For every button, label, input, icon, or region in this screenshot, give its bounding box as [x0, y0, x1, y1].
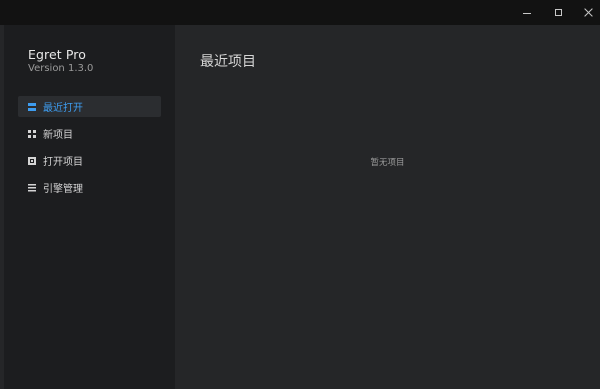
- empty-state-text: 暂无项目: [370, 158, 405, 168]
- sidebar-item-new-project[interactable]: 新项目: [18, 123, 161, 144]
- close-button[interactable]: [573, 0, 600, 25]
- sidebar: Egret Pro Version 1.3.0 最近打开 新项目 打开项目 引擎…: [4, 25, 175, 389]
- app-name: Egret Pro: [28, 47, 86, 62]
- main-panel: 最近项目 暂无项目: [175, 25, 600, 389]
- maximize-button[interactable]: [543, 0, 573, 25]
- minimize-button[interactable]: [512, 0, 542, 25]
- page-title: 最近项目: [200, 54, 256, 70]
- close-icon: [584, 8, 593, 17]
- app-window: Egret Pro Version 1.3.0 最近打开 新项目 打开项目 引擎…: [0, 0, 600, 389]
- recent-icon: [28, 102, 36, 111]
- maximize-icon: [554, 9, 562, 16]
- open-project-icon: [28, 156, 36, 165]
- sidebar-item-label: 打开项目: [43, 157, 83, 168]
- list-icon: [28, 183, 36, 192]
- sidebar-item-label: 新项目: [43, 130, 73, 141]
- sidebar-nav: 最近打开 新项目 打开项目 引擎管理: [18, 96, 161, 204]
- sidebar-item-engine-management[interactable]: 引擎管理: [18, 177, 161, 198]
- title-bar[interactable]: [0, 0, 600, 25]
- app-version: Version 1.3.0: [28, 63, 94, 74]
- grid-icon: [28, 129, 36, 138]
- sidebar-item-open-project[interactable]: 打开项目: [18, 150, 161, 171]
- sidebar-item-label: 最近打开: [43, 103, 83, 114]
- sidebar-item-label: 引擎管理: [43, 184, 83, 195]
- minimize-icon: [523, 12, 531, 14]
- sidebar-item-recent[interactable]: 最近打开: [18, 96, 161, 117]
